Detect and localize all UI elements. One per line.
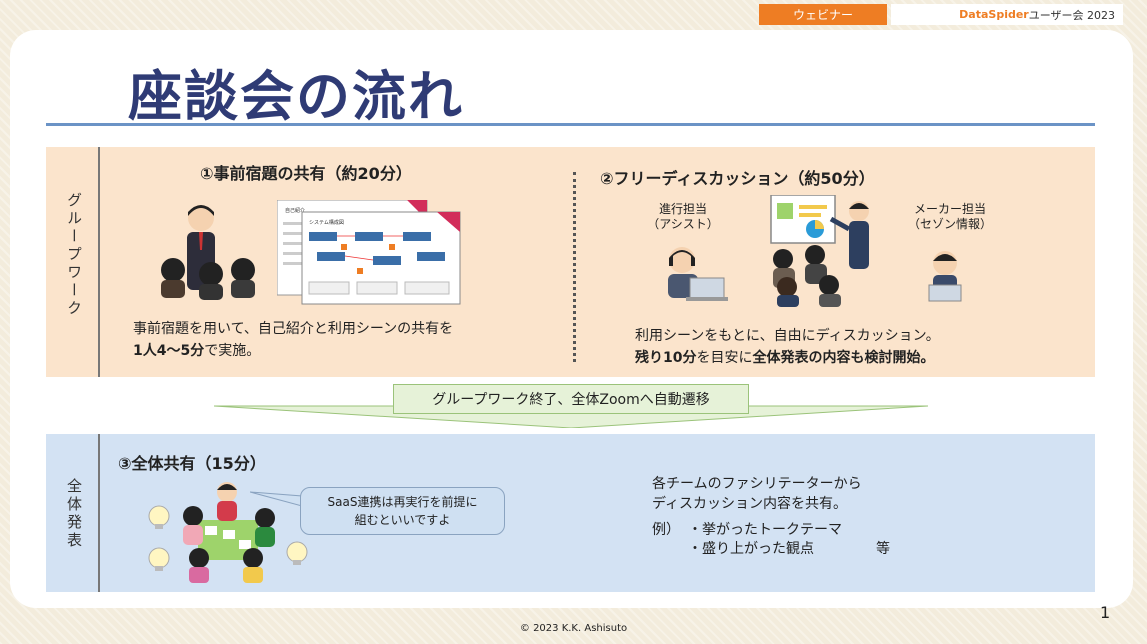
section-dotted-divider xyxy=(573,172,576,362)
section2-description: 利用シーンをもとに、自由にディスカッション。 残り10分を目安に全体発表の内容も… xyxy=(635,325,940,369)
facilitator-label: 進行担当 （アシスト） xyxy=(643,202,723,232)
idea-bulb-left xyxy=(148,505,170,527)
brand-suffix: ユーザー会 2023 xyxy=(1028,8,1115,22)
section1-line2: 1人4〜5分で実施。 xyxy=(133,340,453,362)
event-brand: DataSpider ユーザー会 2023 xyxy=(891,4,1123,25)
facilitator-illustration xyxy=(668,247,728,301)
example-prefix: 例） xyxy=(652,522,680,538)
section2-line2-mid: を目安に xyxy=(696,350,753,366)
section1-line2-bold: 1人4〜5分 xyxy=(133,343,205,359)
homework-document-illustration: 自己紹介 システム構成図 xyxy=(277,200,461,305)
presentation-side-label: 全体発表 xyxy=(65,478,83,550)
discussion-group-illustration xyxy=(770,195,869,307)
listener-right xyxy=(231,258,255,282)
section2-line2: 残り10分を目安に全体発表の内容も検討開始。 xyxy=(635,347,940,369)
section2-line1: 利用シーンをもとに、自由にディスカッション。 xyxy=(635,328,940,344)
section1-line1: 事前宿題を用いて、自己紹介と利用シーンの共有を xyxy=(133,321,454,337)
copyright-footer: © 2023 K.K. Ashisuto xyxy=(519,623,628,634)
vendor-label-org: （セゾン情報） xyxy=(907,217,992,231)
presentation-line1: 各チームのファシリテーターから xyxy=(652,476,862,492)
section1-line2-rest: で実施。 xyxy=(204,343,261,359)
idea-bulb-bottom xyxy=(148,547,170,569)
vendor-laptop xyxy=(928,284,962,302)
group-work-side-label: グループワーク xyxy=(65,192,83,318)
example-item-2: ・盛り上がった観点 xyxy=(688,541,814,557)
section3-heading: ③全体共有（15分） xyxy=(118,454,266,473)
webinar-tag: ウェビナー xyxy=(759,4,887,25)
listener-left xyxy=(161,258,185,282)
laptop xyxy=(689,277,725,299)
facilitator-label-org: （アシスト） xyxy=(647,217,719,231)
example-item-1: ・挙がったトークテーマ xyxy=(688,522,842,538)
section2-line2-bold2: 全体発表の内容も検討開始。 xyxy=(752,350,935,366)
transition-label: グループワーク終了、全体Zoomへ自動遷移 xyxy=(393,384,749,414)
section1-heading: ①事前宿題の共有（約20分） xyxy=(200,164,412,183)
page-number: 1 xyxy=(1100,603,1111,622)
listener-center xyxy=(199,262,223,286)
presentation-divider xyxy=(98,434,100,592)
section2-line2-bold1: 残り10分 xyxy=(635,350,697,366)
bubble-line1: SaaS連携は再実行を前提に xyxy=(327,495,478,509)
doc-subtitle-text: システム構成図 xyxy=(309,219,344,226)
presentation-description: 各チームのファシリテーターから ディスカッション内容を共有。 xyxy=(652,474,862,514)
example-suffix: 等 xyxy=(876,541,890,557)
section1-description: 事前宿題を用いて、自己紹介と利用シーンの共有を 1人4〜5分で実施。 xyxy=(133,318,453,362)
facilitator-label-role: 進行担当 xyxy=(658,202,707,216)
idea-bulb-right xyxy=(286,541,308,563)
bubble-line2: 組むといいですよ xyxy=(354,513,451,527)
section2-heading: ②フリーディスカッション（約50分） xyxy=(600,169,875,188)
brand-name: DataSpider xyxy=(959,8,1029,21)
vendor-illustration xyxy=(928,251,962,302)
presenter-illustration xyxy=(161,205,255,300)
vendor-label: メーカー担当 （セゾン情報） xyxy=(905,202,995,232)
presentation-line2: ディスカッション内容を共有。 xyxy=(652,496,848,512)
speech-bubble: SaaS連携は再実行を前提に 組むといいですよ xyxy=(300,487,505,535)
page-title: 座談会の流れ xyxy=(128,65,464,128)
vendor-label-role: メーカー担当 xyxy=(913,202,986,216)
group-work-divider xyxy=(98,147,100,377)
title-divider xyxy=(46,123,1095,126)
